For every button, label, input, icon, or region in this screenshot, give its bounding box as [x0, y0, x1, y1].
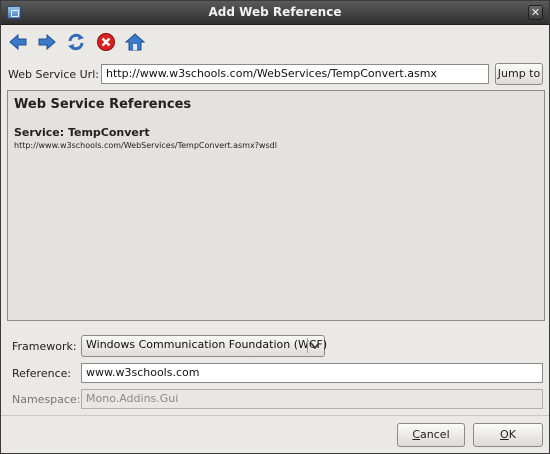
forward-button[interactable] — [36, 31, 58, 53]
jump-to-button[interactable]: Jump to — [495, 63, 543, 85]
cancel-label-post: ancel — [420, 428, 450, 441]
cancel-mnemonic: C — [412, 428, 421, 441]
window-title: Add Web Reference — [208, 5, 342, 19]
back-arrow-icon — [9, 33, 27, 51]
framework-select[interactable]: Windows Communication Foundation (WCF) — [81, 335, 328, 357]
stop-button[interactable] — [95, 31, 117, 53]
home-icon — [124, 33, 146, 51]
back-button[interactable] — [7, 31, 29, 53]
ok-mnemonic: O — [500, 428, 509, 441]
home-button[interactable] — [124, 31, 146, 53]
stop-icon — [97, 33, 115, 51]
refresh-button[interactable] — [65, 31, 87, 53]
refresh-icon — [68, 33, 84, 51]
cancel-button[interactable]: Cancel — [397, 423, 465, 447]
service-name: Service: TempConvert — [14, 126, 150, 139]
reference-label: Reference: — [12, 367, 72, 380]
reference-input[interactable]: www.w3schools.com — [81, 363, 543, 383]
add-web-reference-dialog: Add Web Reference ✕ Web Service Url: htt… — [0, 0, 550, 454]
framework-selected-value: Windows Communication Foundation (WCF) — [86, 338, 328, 351]
title-bar[interactable]: Add Web Reference ✕ — [1, 1, 549, 25]
close-window-button[interactable]: ✕ — [528, 5, 543, 20]
ok-button[interactable]: OK — [473, 423, 543, 447]
ok-label-post: K — [508, 428, 516, 441]
framework-label: Framework: — [12, 340, 77, 353]
web-service-url-input[interactable]: http://www.w3schools.com/WebServices/Tem… — [101, 64, 489, 84]
chevron-down-icon — [307, 338, 322, 353]
web-service-references-panel: Web Service References Service: TempConv… — [7, 90, 545, 321]
web-service-url-label: Web Service Url: — [8, 68, 99, 81]
references-heading: Web Service References — [14, 97, 192, 112]
button-area-separator — [1, 415, 549, 416]
namespace-input: Mono.Addins.Gui — [81, 389, 543, 409]
wsdl-url: http://www.w3schools.com/WebServices/Tem… — [14, 141, 277, 150]
namespace-label: Namespace: — [12, 393, 81, 406]
forward-arrow-icon — [38, 33, 56, 51]
